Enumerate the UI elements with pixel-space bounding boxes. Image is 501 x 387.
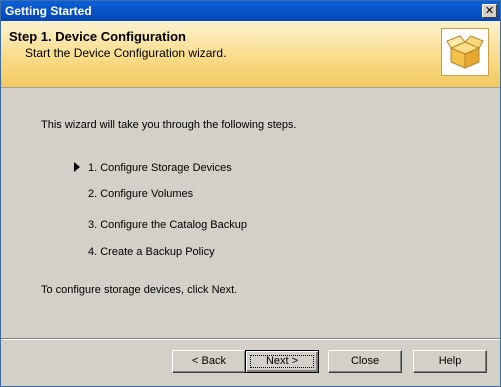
next-button-label: Next >	[265, 355, 299, 367]
wizard-content: This wizard will take you through the fo…	[1, 88, 500, 338]
close-icon[interactable]: ✕	[482, 4, 497, 18]
next-button[interactable]: Next >	[245, 350, 319, 373]
back-button-label: < Back	[192, 355, 226, 367]
wizard-header: Step 1. Device Configuration Start the D…	[1, 21, 500, 88]
getting-started-dialog: Getting Started ✕ Step 1. Device Configu…	[0, 0, 501, 387]
title-bar[interactable]: Getting Started ✕	[1, 1, 500, 21]
step-item: 4. Create a Backup Policy	[88, 246, 215, 258]
help-button[interactable]: Help	[413, 350, 487, 373]
step-title: Step 1. Device Configuration	[9, 29, 186, 44]
help-button-label: Help	[438, 355, 462, 367]
step-subtitle: Start the Device Configuration wizard.	[25, 46, 227, 60]
button-separator	[1, 338, 500, 340]
current-step-arrow-icon	[74, 162, 80, 172]
step-item: 1. Configure Storage Devices	[88, 162, 232, 174]
open-box-icon	[441, 28, 489, 76]
close-button[interactable]: Close	[328, 350, 402, 373]
intro-text: This wizard will take you through the fo…	[41, 119, 297, 131]
back-button[interactable]: < Back	[172, 350, 246, 373]
step-item: 2. Configure Volumes	[88, 188, 194, 200]
step-item: 3. Configure the Catalog Backup	[88, 219, 247, 231]
window-title: Getting Started	[5, 4, 92, 18]
close-button-label: Close	[350, 355, 380, 367]
instruction-text: To configure storage devices, click Next…	[41, 284, 238, 296]
